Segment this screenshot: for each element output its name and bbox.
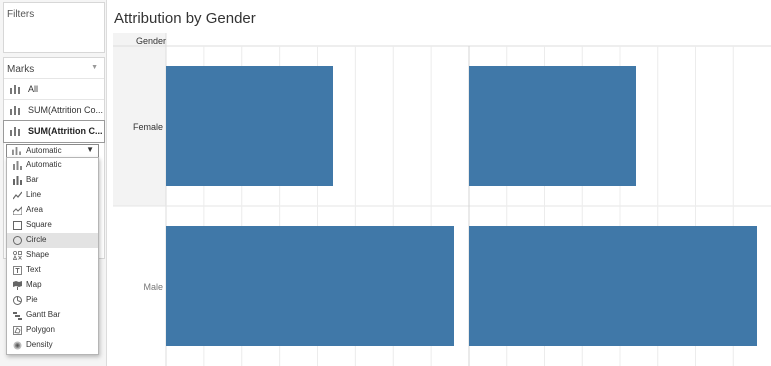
menu-item-shape[interactable]: Shape [7, 248, 98, 263]
menu-item-pie[interactable]: Pie [7, 293, 98, 308]
row-label-female: Female [133, 122, 163, 132]
menu-item-polygon[interactable]: Polygon [7, 323, 98, 338]
map-icon [13, 281, 22, 290]
menu-item-line[interactable]: Line [7, 188, 98, 203]
bar-female-series-2[interactable] [469, 66, 636, 186]
menu-item-text[interactable]: Text [7, 263, 98, 278]
menu-item-gantt-bar[interactable]: Gantt Bar [7, 308, 98, 323]
menu-item-label: Pie [26, 295, 38, 304]
gantt-bar-icon [13, 312, 22, 320]
menu-item-automatic[interactable]: Automatic [7, 158, 98, 173]
filters-shelf[interactable]: Filters [3, 2, 105, 53]
bar-icon [13, 176, 22, 185]
mark-type-selected: Automatic [26, 146, 62, 155]
menu-item-label: Map [26, 280, 42, 289]
automatic-bar-icon [12, 147, 21, 155]
marks-row-label: SUM(Attrition Co... [28, 105, 104, 115]
menu-item-label: Automatic [26, 160, 62, 169]
shape-icon [13, 251, 22, 260]
bar-male-series-1[interactable] [166, 226, 454, 346]
menu-item-label: Gantt Bar [26, 310, 61, 319]
marks-title: Marks [7, 64, 35, 75]
mark-type-menu: Automatic Bar Line Area Square Circle Sh… [6, 157, 99, 355]
square-icon [13, 221, 22, 230]
area-icon [13, 206, 22, 215]
line-icon [13, 191, 22, 200]
row-band-female [113, 33, 166, 206]
density-icon [13, 341, 22, 350]
row-shelf-label: Gender [136, 36, 166, 46]
bar-chart-icon [10, 127, 20, 136]
menu-item-label: Text [26, 265, 41, 274]
menu-item-label: Density [26, 340, 53, 349]
marks-row-sum-attrition-1[interactable]: SUM(Attrition Co... [4, 99, 104, 120]
row-label-male: Male [143, 282, 163, 292]
menu-item-label: Area [26, 205, 43, 214]
menu-item-label: Circle [26, 235, 47, 244]
menu-item-map[interactable]: Map [7, 278, 98, 293]
bar-female-series-1[interactable] [166, 66, 333, 186]
menu-item-label: Line [26, 190, 42, 199]
menu-item-label: Shape [26, 250, 50, 259]
collapse-icon[interactable]: ▼ [91, 64, 98, 71]
menu-item-bar[interactable]: Bar [7, 173, 98, 188]
circle-icon [13, 236, 22, 245]
dropdown-arrow-icon: ▼ [86, 145, 94, 154]
bar-chart: Gender Female Male [113, 33, 771, 366]
text-icon [13, 266, 22, 275]
marks-row-label: All [28, 84, 39, 94]
bar-male-series-2[interactable] [469, 226, 757, 346]
pie-icon [13, 296, 22, 305]
menu-item-label: Square [26, 220, 52, 229]
menu-item-label: Bar [26, 175, 39, 184]
marks-row-sum-attrition-2[interactable]: SUM(Attrition C... [3, 120, 105, 143]
mark-type-dropdown[interactable]: Automatic ▼ [6, 144, 99, 158]
menu-item-label: Polygon [26, 325, 55, 334]
bar-chart-icon [10, 106, 20, 115]
marks-row-all[interactable]: All [4, 78, 104, 99]
marks-row-label: SUM(Attrition C... [28, 126, 103, 136]
left-pane: Filters Marks ▼ All SUM(Attrition Co... … [0, 0, 107, 366]
view-title: Attribution by Gender [114, 10, 256, 27]
menu-item-square[interactable]: Square [7, 218, 98, 233]
automatic-bar-icon [13, 161, 22, 170]
menu-item-density[interactable]: Density [7, 338, 98, 353]
bar-chart-icon [10, 85, 20, 94]
menu-item-area[interactable]: Area [7, 203, 98, 218]
filters-title: Filters [7, 9, 35, 20]
polygon-icon [13, 326, 22, 335]
menu-item-circle[interactable]: Circle [7, 233, 98, 248]
